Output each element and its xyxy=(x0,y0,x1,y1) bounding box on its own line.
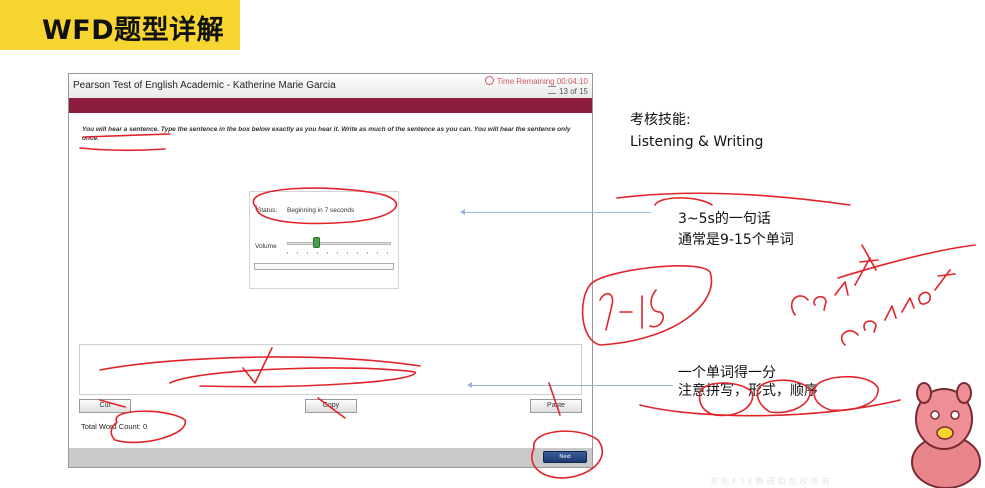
attention-circle xyxy=(698,382,754,417)
mascot-eye xyxy=(930,410,940,420)
handwriting-cant xyxy=(790,244,879,316)
answer-stroke xyxy=(169,367,416,388)
copy-scribble xyxy=(317,397,346,419)
check-mark xyxy=(242,347,273,384)
mascot-eye xyxy=(950,410,960,420)
mascot-ear xyxy=(916,382,932,404)
mascot-mouth xyxy=(936,426,954,440)
attention-circle xyxy=(756,379,811,414)
note-circle xyxy=(654,197,713,206)
paste-scribble xyxy=(548,382,561,416)
note-underline xyxy=(616,192,851,206)
mascot-ear xyxy=(956,382,972,404)
cut-scribble xyxy=(99,399,126,408)
scoring-bracket xyxy=(639,399,901,417)
side-stroke xyxy=(837,244,976,279)
bracket-ellipse xyxy=(581,265,713,346)
underline-stroke xyxy=(82,133,171,138)
word-count-circle xyxy=(110,410,186,444)
status-circle xyxy=(252,187,398,225)
underline-stroke xyxy=(79,147,166,152)
alpaca-mascot xyxy=(911,382,981,488)
handwriting-cannot xyxy=(840,269,956,346)
attention-circle xyxy=(813,375,879,412)
next-circle xyxy=(531,430,604,479)
handwriting-9-15 xyxy=(599,289,665,331)
handwriting-overlay xyxy=(79,133,976,479)
